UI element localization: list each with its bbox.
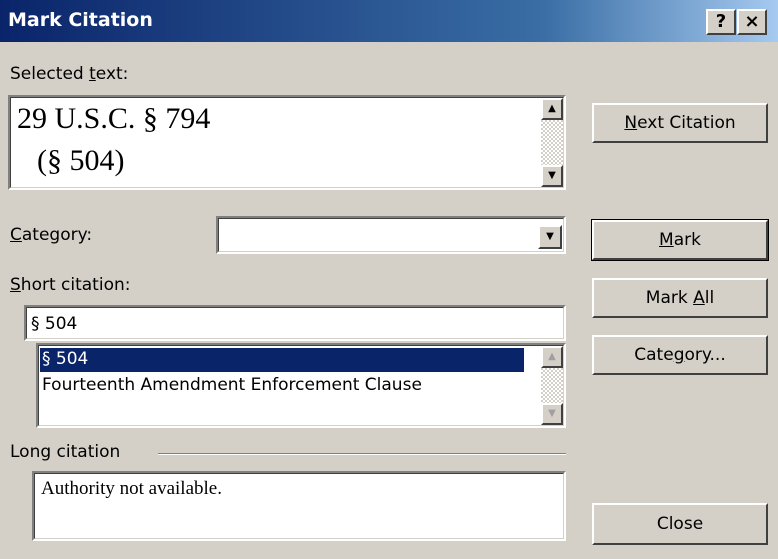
selected-text-scrollbar[interactable]: ▲ ▼ [541, 98, 563, 187]
scroll-down-icon: ▼ [541, 403, 563, 425]
selected-text-label: Selected text: [10, 64, 129, 84]
short-citation-label: Short citation: [10, 275, 131, 295]
scroll-up-icon[interactable]: ▲ [541, 98, 563, 120]
long-citation-box[interactable]: Authority not available. [32, 471, 566, 541]
group-divider [158, 453, 566, 455]
list-item-selected[interactable]: § 504 [40, 348, 524, 372]
mark-button[interactable]: Mark [591, 219, 769, 261]
close-window-button[interactable]: × [737, 9, 767, 35]
long-citation-label: Long citation [10, 442, 121, 462]
category-button[interactable]: Category... [592, 335, 768, 375]
mark-all-button[interactable]: Mark All [592, 278, 768, 318]
window-title: Mark Citation [8, 9, 153, 31]
help-button[interactable]: ? [706, 9, 736, 35]
short-citation-value: § 504 [31, 314, 78, 334]
chevron-down-icon[interactable]: ▼ [538, 225, 562, 249]
short-citation-list[interactable]: § 504 Fourteenth Amendment Enforcement C… [36, 343, 566, 428]
next-citation-button[interactable]: Next Citation [592, 103, 768, 143]
scroll-down-icon[interactable]: ▼ [541, 165, 563, 187]
selected-text-box[interactable]: 29 U.S.C. § 794 (§ 504) ▲ ▼ [8, 95, 566, 190]
selected-text-line1: 29 U.S.C. § 794 [17, 102, 211, 135]
scroll-up-icon: ▲ [541, 346, 563, 368]
list-item[interactable]: Fourteenth Amendment Enforcement Clause [42, 374, 422, 396]
category-label: Category: [10, 225, 93, 245]
close-button[interactable]: Close [592, 503, 768, 545]
long-citation-value: Authority not available. [41, 478, 222, 499]
short-citation-scrollbar[interactable]: ▲ ▼ [541, 346, 563, 425]
selected-text-line2: (§ 504) [37, 144, 125, 177]
short-citation-input[interactable]: § 504 [24, 305, 566, 341]
category-dropdown[interactable]: ▼ [216, 216, 566, 254]
